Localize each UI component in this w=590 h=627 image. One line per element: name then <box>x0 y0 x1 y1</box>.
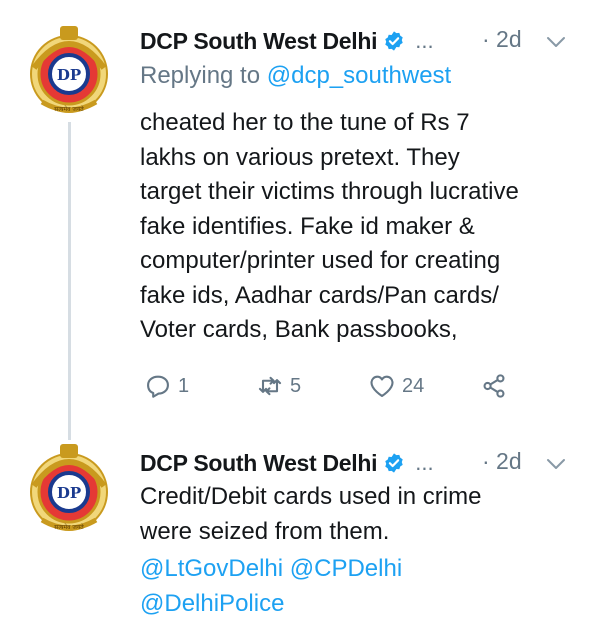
reply-handle-link[interactable]: @dcp_southwest <box>267 62 451 89</box>
verified-badge-icon <box>385 31 403 51</box>
tweet-header: DCP South West Delhi ... <box>140 448 434 478</box>
chevron-down-icon[interactable] <box>544 30 568 54</box>
timestamp[interactable]: · 2d <box>482 26 522 53</box>
like-button[interactable]: 24 <box>368 372 424 400</box>
share-icon <box>483 374 505 398</box>
svg-text:DP: DP <box>57 484 81 502</box>
tweet-header: DCP South West Delhi ... <box>140 26 434 56</box>
reply-icon <box>147 375 169 398</box>
name-truncation: ... <box>415 28 434 53</box>
svg-text:DP: DP <box>57 66 81 84</box>
delhi-police-logo: DP सत्यमेव जयते <box>30 444 108 531</box>
delhi-police-logo: DP सत्यमेव जयते <box>30 26 108 113</box>
author-name[interactable]: DCP South West Delhi <box>140 28 378 55</box>
replying-to: Replying to @dcp_southwest <box>140 62 451 90</box>
verified-badge-icon <box>385 453 403 473</box>
name-truncation: ... <box>415 450 434 475</box>
like-count: 24 <box>402 374 425 397</box>
retweet-icon <box>258 376 282 396</box>
tweet-text: Credit/Debit cards used in crime were se… <box>140 483 482 545</box>
author-name[interactable]: DCP South West Delhi <box>140 450 378 477</box>
share-button[interactable] <box>480 372 508 400</box>
chevron-down-icon[interactable] <box>544 452 568 476</box>
heart-icon <box>370 375 394 397</box>
svg-text:सत्यमेव जयते: सत्यमेव जयते <box>54 105 84 113</box>
tweet-actions: 1 5 24 <box>0 372 590 404</box>
avatar[interactable]: DP सत्यमेव जयते <box>20 440 118 538</box>
reply-count: 1 <box>178 374 190 397</box>
reply-button[interactable]: 1 <box>144 372 189 400</box>
tweet-text: cheated her to the tune of Rs 7 lakhs on… <box>140 109 519 343</box>
mention-links[interactable]: @LtGovDelhi @CPDelhi @DelhiPolice <box>140 552 402 621</box>
timestamp[interactable]: · 2d <box>482 448 522 475</box>
replying-to-label: Replying to <box>140 62 261 89</box>
avatar[interactable]: DP सत्यमेव जयते <box>20 22 118 120</box>
retweet-button[interactable]: 5 <box>256 372 301 400</box>
retweet-count: 5 <box>290 374 302 397</box>
svg-text:सत्यमेव जयते: सत्यमेव जयते <box>54 523 84 531</box>
